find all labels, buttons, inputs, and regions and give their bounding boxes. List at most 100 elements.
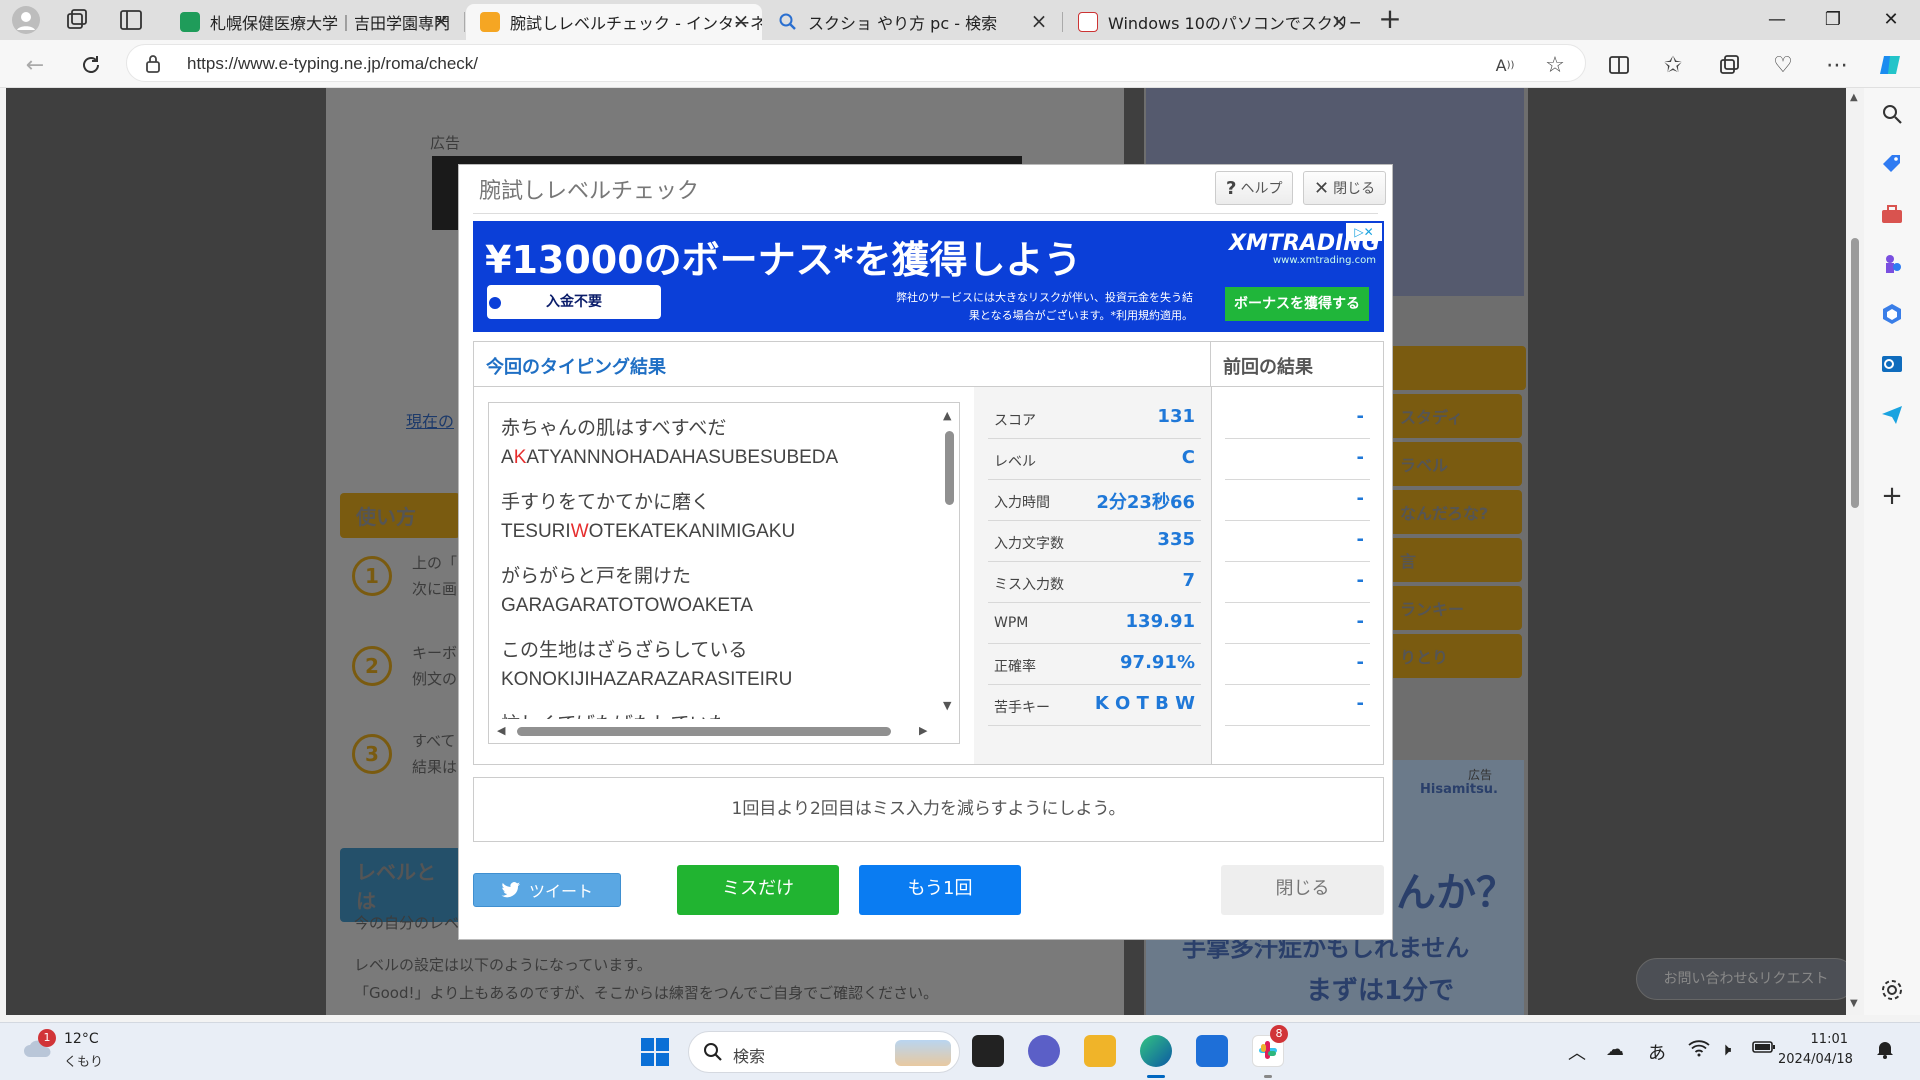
stat-label: 入力時間 [994, 495, 1050, 511]
word-list-hscrollbar[interactable]: ◀ ▶ [489, 719, 959, 743]
browser-essentials-icon[interactable]: ♡ [1768, 50, 1798, 80]
close-icon[interactable]: × [1028, 10, 1050, 32]
read-aloud-icon[interactable]: A)) [1490, 50, 1520, 80]
side-menu-item[interactable]: ランキー [1388, 586, 1522, 630]
weather-temperature[interactable]: 12°C [64, 1031, 99, 1047]
modal-close-button[interactable]: ✕ 閉じる [1303, 171, 1387, 205]
article-favicon [1078, 12, 1098, 32]
battery-icon[interactable] [1752, 1039, 1776, 1055]
add-icon[interactable]: + [1880, 483, 1904, 509]
more-menu-icon[interactable]: ⋯ [1822, 50, 1852, 80]
prev-row: - [1225, 521, 1370, 562]
store-icon[interactable] [1196, 1035, 1228, 1067]
edge-icon[interactable] [1140, 1035, 1172, 1067]
send-icon[interactable] [1880, 402, 1904, 426]
current-level-link[interactable]: 現在の [406, 408, 454, 432]
contact-request-button[interactable]: お問い合わせ&リクエスト [1636, 958, 1846, 1000]
windows-start-icon[interactable] [640, 1037, 670, 1067]
xmtrading-ad-banner[interactable]: ¥13000のボーナス*を獲得しよう XMTRADING www.xmtradi… [473, 221, 1384, 332]
scroll-down-icon[interactable]: ▼ [1850, 998, 1858, 1009]
miss-only-button[interactable]: ミスだけ [677, 865, 839, 915]
outlook-icon[interactable] [1880, 352, 1904, 376]
network-cloud-icon[interactable]: ☁ [1606, 1039, 1624, 1060]
task-view-icon[interactable] [972, 1035, 1004, 1067]
help-button[interactable]: ? ヘルプ [1215, 171, 1294, 205]
new-tab-button[interactable]: + [1374, 4, 1406, 36]
profile-avatar[interactable] [12, 6, 40, 34]
scroll-left-icon[interactable]: ◀ [497, 724, 505, 737]
prev-value: - [1356, 570, 1364, 591]
collections-icon[interactable] [1714, 50, 1744, 80]
prev-row: - [1225, 439, 1370, 480]
scroll-up-icon[interactable]: ▲ [943, 409, 951, 422]
scroll-thumb[interactable] [1851, 238, 1859, 508]
wifi-icon[interactable] [1688, 1039, 1710, 1057]
window-close-button[interactable]: ✕ [1866, 4, 1916, 36]
active-app-indicator [1147, 1075, 1165, 1078]
back-arrow-icon[interactable]: ← [20, 50, 50, 80]
favorite-star-icon[interactable]: ☆ [1540, 50, 1570, 80]
clock-date[interactable]: 2024/04/18 [1778, 1052, 1853, 1067]
close-icon[interactable]: × [430, 10, 452, 32]
scroll-thumb[interactable] [517, 727, 891, 736]
search-icon[interactable] [1880, 102, 1904, 126]
notification-bell-icon[interactable] [1876, 1039, 1894, 1059]
page-scrollbar[interactable]: ▲ ▼ [1846, 88, 1864, 1015]
tab-actions-icon[interactable] [118, 8, 144, 32]
minimize-button[interactable]: — [1752, 4, 1802, 36]
scroll-up-icon[interactable]: ▲ [1850, 92, 1858, 103]
side-menu-item[interactable]: 言 [1388, 538, 1522, 582]
list-item: この生地はざらざらしている KONOKIJIHAZARAZARASITEIRU [501, 635, 941, 695]
games-icon[interactable] [1880, 252, 1904, 276]
scroll-thumb[interactable] [945, 431, 954, 505]
split-screen-icon[interactable] [1604, 50, 1634, 80]
close-icon[interactable]: × [1328, 10, 1350, 32]
windows-taskbar: 1 12°C くもり 検索 8 ︿ ☁ あ 🕨 11:01 2024/04/18 [0, 1022, 1920, 1080]
lock-icon[interactable] [145, 54, 161, 74]
prev-value: - [1356, 447, 1364, 468]
tab-bing-search[interactable]: スクショ やり方 pc - 検索 × [764, 4, 1060, 40]
ime-indicator[interactable]: あ [1648, 1039, 1666, 1065]
side-menu-item[interactable]: スタディ [1388, 394, 1522, 438]
side-menu-item[interactable]: りとり [1388, 634, 1522, 678]
ad-cta-button[interactable]: ボーナスを獲得する [1225, 287, 1369, 321]
taskbar-search-box[interactable]: 検索 [688, 1031, 960, 1073]
settings-gear-icon[interactable] [1880, 978, 1904, 1002]
tweet-button[interactable]: ツイート [473, 873, 621, 907]
close-icon[interactable]: × [730, 10, 752, 32]
step-number: 2 [352, 646, 392, 686]
tab-level-check[interactable]: 腕試しレベルチェック - インターネットで × [466, 4, 762, 40]
clock-time[interactable]: 11:01 [1788, 1032, 1848, 1047]
workspaces-icon[interactable] [64, 8, 90, 32]
copilot-icon[interactable] [1876, 50, 1906, 80]
microsoft365-icon[interactable] [1880, 302, 1904, 326]
ad-choices-close-icon[interactable]: ▷✕ [1346, 223, 1382, 241]
tools-icon[interactable] [1880, 202, 1904, 226]
app-indicator [1264, 1075, 1272, 1078]
address-bar[interactable]: https://www.e-typing.ne.jp/roma/check/ [126, 44, 1586, 82]
restore-button[interactable]: ❐ [1808, 4, 1858, 36]
stat-label: WPM [994, 615, 1029, 631]
word-list-vscrollbar[interactable]: ▲ ▼ [939, 403, 959, 715]
scroll-down-icon[interactable]: ▼ [943, 699, 951, 712]
tab-sapporo[interactable]: 札幌保健医療大学｜吉田学園専門 × [166, 4, 462, 40]
tab-windows-screenshot[interactable]: Windows 10のパソコンでスクリーンシ × [1064, 4, 1360, 40]
weather-condition[interactable]: くもり [64, 1051, 103, 1070]
refresh-icon[interactable] [76, 50, 106, 80]
retry-button[interactable]: もう1回 [859, 865, 1021, 915]
file-explorer-icon[interactable] [1084, 1035, 1116, 1067]
stat-label: レベル [994, 454, 1036, 470]
typed-words-list[interactable]: 赤ちゃんの肌はすべすべだ AKATYANNNOHADAHASUBESUBEDA … [488, 402, 960, 744]
prev-row: - [1225, 644, 1370, 685]
close-label: 閉じる [1333, 181, 1376, 197]
close-button[interactable]: 閉じる [1221, 865, 1384, 915]
teams-chat-icon[interactable] [1028, 1035, 1060, 1067]
shopping-tag-icon[interactable] [1880, 152, 1904, 176]
scroll-right-icon[interactable]: ▶ [919, 724, 927, 737]
side-menu-item[interactable]: なんだろな? [1388, 490, 1522, 534]
favorites-icon[interactable]: ✩ [1658, 50, 1688, 80]
speaker-mute-icon[interactable]: 🕨 [1720, 1039, 1731, 1060]
sapporo-favicon [180, 12, 200, 32]
side-menu-item[interactable]: ラベル [1388, 442, 1522, 486]
chevron-up-icon[interactable]: ︿ [1568, 1039, 1586, 1065]
